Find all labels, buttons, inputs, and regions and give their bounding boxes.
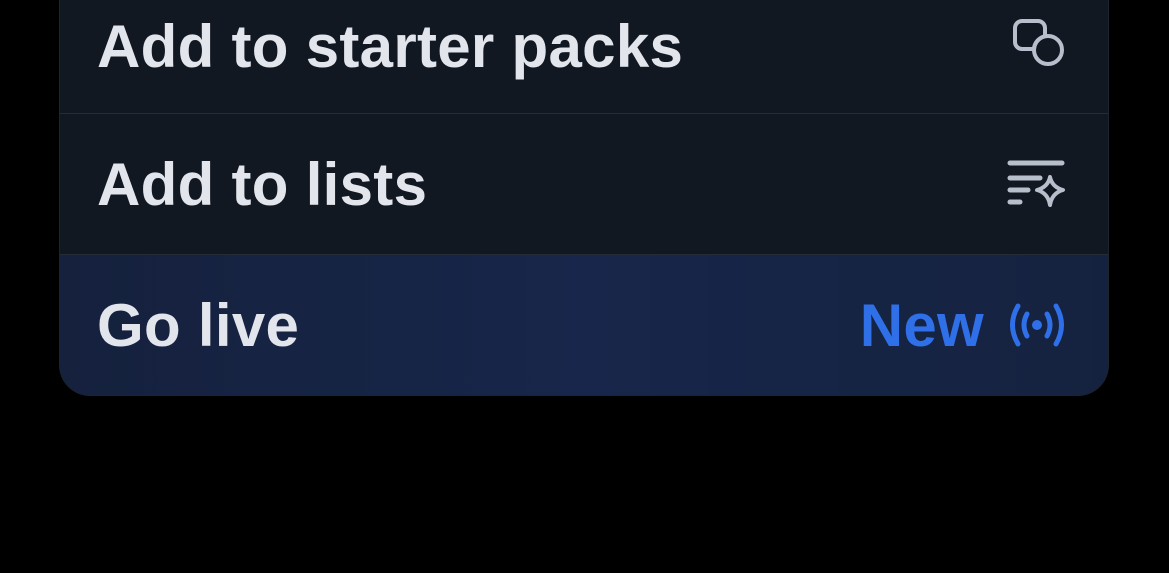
menu-item-go-live[interactable]: Go live New (60, 255, 1108, 395)
list-sparkle-icon (1006, 159, 1068, 209)
menu-item-add-to-lists[interactable]: Add to lists (60, 114, 1108, 254)
new-badge: New (859, 291, 984, 359)
screen: Add to starter packs Add to lists Go liv… (0, 0, 1169, 573)
context-menu: Add to starter packs Add to lists Go liv… (60, 0, 1108, 395)
starter-pack-icon (1012, 18, 1068, 68)
menu-item-label: Go live (97, 291, 300, 359)
menu-item-label: Add to lists (97, 150, 428, 218)
menu-item-add-to-starter-packs[interactable]: Add to starter packs (60, 0, 1108, 113)
menu-item-label: Add to starter packs (97, 13, 684, 80)
broadcast-icon (1006, 302, 1068, 348)
menu-item-trailing: New (860, 291, 1068, 360)
